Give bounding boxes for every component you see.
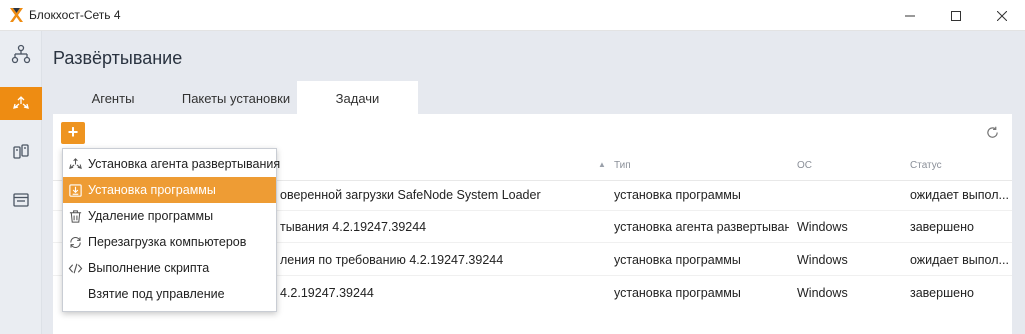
- app-logo-icon: [10, 8, 23, 22]
- tab-agents[interactable]: Агенты: [79, 81, 147, 115]
- menu-item-label: Установка агента развертывания: [88, 157, 281, 171]
- cell-status: ожидает выпол...: [910, 188, 1009, 202]
- column-header-type[interactable]: Тип: [614, 160, 631, 171]
- minimize-button[interactable]: [887, 0, 933, 31]
- window-icon: [13, 192, 29, 207]
- title-bar: Блокхост-Сеть 4: [0, 0, 1025, 31]
- cell-os: Windows: [797, 286, 848, 300]
- add-task-button[interactable]: +: [61, 122, 85, 144]
- network-icon: [11, 44, 31, 63]
- agents-icon: [13, 143, 29, 159]
- add-task-menu: Установка агента развертывания Установка…: [62, 148, 280, 312]
- cell-type: установка программы: [614, 188, 741, 202]
- cell-status: завершено: [910, 220, 974, 234]
- install-icon: [67, 182, 83, 198]
- menu-item-label: Выполнение скрипта: [88, 261, 210, 275]
- cell-type: установка программы: [614, 286, 741, 300]
- menu-item-restart-computers[interactable]: Перезагрузка компьютеров: [63, 229, 276, 255]
- deploy-agent-icon: [67, 156, 83, 172]
- cell-name: 4.2.19247.39244: [280, 286, 374, 300]
- menu-item-run-script[interactable]: Выполнение скрипта: [63, 255, 276, 281]
- deploy-icon: [13, 95, 29, 109]
- sidebar-item-window[interactable]: [0, 183, 42, 216]
- cell-type: установка программы: [614, 253, 741, 267]
- column-header-os[interactable]: ОС: [797, 160, 812, 171]
- maximize-button[interactable]: [933, 0, 979, 31]
- cell-name: тывания 4.2.19247.39244: [280, 220, 427, 234]
- sidebar-item-deploy[interactable]: [0, 87, 42, 120]
- cell-os: Windows: [797, 253, 848, 267]
- tab-tasks[interactable]: Задачи: [297, 81, 418, 115]
- menu-item-take-control[interactable]: Взятие под управление: [63, 281, 276, 307]
- cell-name: оверенной загрузки SafeNode System Loade…: [280, 188, 541, 202]
- sidebar-item-agents[interactable]: [0, 135, 42, 168]
- cell-name: ления по требованию 4.2.19247.39244: [280, 253, 504, 267]
- cell-os: Windows: [797, 220, 848, 234]
- page-title: Развёртывание: [53, 48, 183, 68]
- sidebar-item-network[interactable]: [0, 37, 42, 70]
- refresh-icon: [986, 126, 998, 138]
- trash-icon: [67, 208, 83, 224]
- menu-item-label: Удаление программы: [88, 209, 214, 223]
- menu-item-label: Перезагрузка компьютеров: [88, 235, 247, 249]
- maximize-icon: [951, 10, 961, 21]
- menu-item-install-agent[interactable]: Установка агента развертывания: [63, 151, 280, 177]
- cell-type: установка агента развертыван...: [614, 220, 789, 234]
- restart-icon: [67, 234, 83, 250]
- sort-ascending-icon[interactable]: ▲: [598, 160, 606, 169]
- tab-packages[interactable]: Пакеты установки: [178, 81, 294, 115]
- close-button[interactable]: [979, 0, 1025, 31]
- code-icon: [67, 260, 83, 276]
- column-header-status[interactable]: Статус: [910, 160, 942, 171]
- menu-item-install-program[interactable]: Установка программы: [63, 177, 276, 203]
- close-icon: [997, 10, 1007, 21]
- refresh-button[interactable]: [984, 124, 1000, 140]
- cell-status: завершено: [910, 286, 974, 300]
- minimize-icon: [905, 15, 915, 16]
- menu-item-label: Установка программы: [88, 183, 216, 197]
- menu-item-label: Взятие под управление: [88, 287, 225, 301]
- cell-status: ожидает выпол...: [910, 253, 1009, 267]
- menu-item-uninstall-program[interactable]: Удаление программы: [63, 203, 276, 229]
- window-title: Блокхост-Сеть 4: [29, 8, 121, 22]
- sidebar: [0, 31, 42, 334]
